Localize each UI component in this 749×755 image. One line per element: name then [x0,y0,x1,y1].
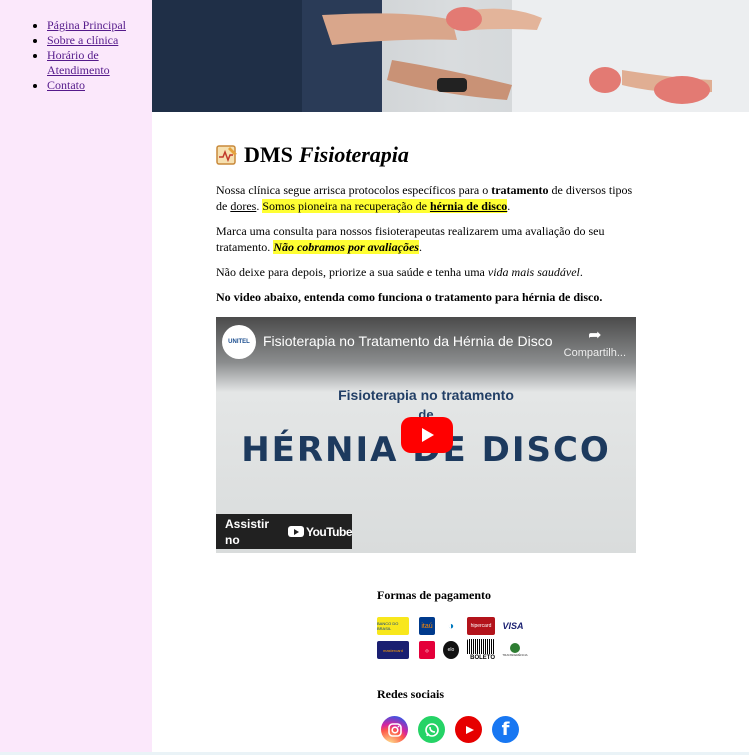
footer: Formas de pagamento BANCO DO BRASIL itaú… [377,588,577,743]
youtube-video-embed[interactable]: UNITEL Fisioterapia no Tratamento da Hér… [216,317,636,553]
nav-item-hours: Horário de Atendimento [47,48,152,78]
facebook-icon[interactable]: f [492,716,519,743]
play-icon [422,428,434,442]
text: . [418,240,422,254]
page-title: DMS Fisioterapia [216,142,636,168]
main-content: DMS Fisioterapia Nossa clínica segue arr… [152,0,749,752]
instagram-icon[interactable] [381,716,408,743]
channel-avatar[interactable]: UNITEL [222,325,256,359]
physiotherapy-photo [152,0,749,112]
highlight-free: Não cobramos por avaliações [273,240,419,254]
link-dores[interactable]: dores [230,199,256,213]
link-hernia[interactable]: hérnia de disco [430,199,507,213]
paragraph-video-intro: No video abaixo, entenda como funciona o… [216,290,603,304]
youtube-icon[interactable] [455,716,482,743]
share-label: Compartilh... [563,347,626,359]
youtube-logo-icon [287,526,304,537]
nav-item-contact: Contato [47,78,152,93]
transfer-label: TRANSFERÊNCIA [502,653,528,657]
nav-item-about: Sobre a clínica [47,33,152,48]
video-caption-1: Fisioterapia no tratamento [338,387,514,403]
watch-on-youtube-button[interactable]: Assistir no YouTube [216,514,353,549]
sidebar: Página Principal Sobre a clínica Horário… [0,0,152,752]
paragraph-consult: Marca uma consulta para nossos fisiotera… [216,223,636,255]
transfer-symbol [510,643,520,653]
social-links: f [381,716,577,743]
text-italic: vida mais saudável [487,265,580,279]
transferencia-icon: TRANSFERÊNCIA [501,639,529,661]
text: . [507,199,511,213]
nav-link-about[interactable]: Sobre a clínica [47,33,118,47]
boleto-label: BOLETO [470,655,495,661]
whatsapp-icon[interactable] [418,716,445,743]
text: Não deixe para depois, priorize a sua sa… [216,265,488,279]
article: DMS Fisioterapia Nossa clínica segue arr… [216,142,636,553]
paragraph-intro: Nossa clínica segue arrisca protocolos e… [216,182,636,214]
youtube-wordmark: YouTube [305,524,353,539]
clinic-logo-icon [216,145,237,165]
paragraph-health: Não deixe para depois, priorize a sua sa… [216,264,636,280]
share-button[interactable]: ➦ Compartilh... [564,327,626,361]
itau-icon: itaú [419,617,435,635]
payments-title: Formas de pagamento [377,588,491,602]
text: Nossa clínica segue arrisca protocolos e… [216,183,492,197]
text: . [579,265,583,279]
title-main: DMS [244,142,293,167]
elo-icon: elo [443,641,459,659]
boleto-icon: BOLETO [467,639,495,661]
nav-link-hours[interactable]: Horário de Atendimento [47,48,110,77]
youtube-logo: YouTube [287,524,353,540]
channel-badge: UNITEL [228,339,250,345]
nav-item-home: Página Principal [47,18,152,33]
nav-link-home[interactable]: Página Principal [47,18,126,32]
highlight: Somos pioneira na recuperação de hérnia … [262,199,508,213]
hipercard-icon: hipercard [467,617,495,635]
hero-image [152,0,749,112]
payment-methods: BANCO DO BRASIL itaú ◑ hipercard VISA ma… [377,617,577,665]
play-button[interactable] [401,417,453,453]
video-title[interactable]: Fisioterapia no Tratamento da Hérnia de … [263,333,552,349]
social-title: Redes sociais [377,687,444,701]
nav-link-contact[interactable]: Contato [47,78,85,92]
visa-icon: VISA [502,621,524,631]
mastercard-icon: mastercard [377,641,409,659]
share-icon: ➦ [588,327,602,344]
watch-on-label: Assistir no [225,516,270,547]
title-italic: Fisioterapia [298,142,409,167]
text: Somos pioneira na recuperação de [262,199,430,213]
nav-menu: Página Principal Sobre a clínica Horário… [0,0,152,93]
diners-icon: ◑ [447,620,455,632]
banco-do-brasil-icon: BANCO DO BRASIL [377,617,409,635]
hiper-icon: ◎ [419,641,435,659]
text-bold: tratamento [491,183,549,197]
